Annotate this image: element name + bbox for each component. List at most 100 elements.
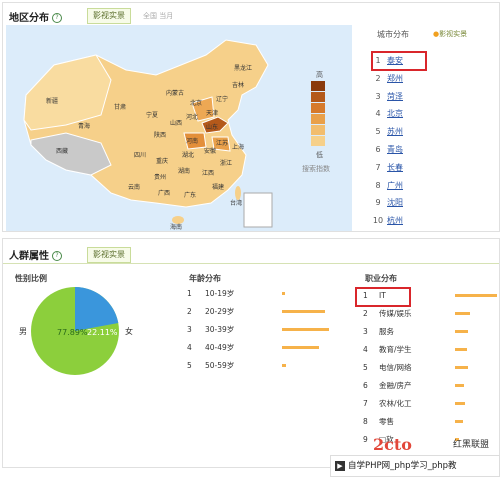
legend-swatch [311, 92, 325, 102]
china-map-svg: 新疆 西藏 青海 甘肃 宁夏 内蒙古 黑龙江 吉林 辽宁 北京 天津 河北 山西… [6, 25, 352, 231]
job-row: 2 传媒/娱乐 [363, 305, 453, 322]
province-label: 重庆 [156, 157, 168, 165]
job-row: 4 教育/学生 [363, 341, 453, 358]
city-rank: 3 [375, 91, 381, 101]
city-rank: 8 [375, 180, 381, 190]
job-bar [455, 312, 470, 315]
city-row[interactable]: 8 广州 [369, 178, 403, 194]
city-row[interactable]: 3 菏泽 [369, 89, 403, 105]
city-rank: 5 [375, 127, 381, 137]
province-label: 新疆 [46, 97, 58, 105]
age-label: 10-19岁 [205, 289, 235, 298]
site-logo-icon: ▶ [335, 460, 345, 471]
legend-swatch [311, 136, 325, 146]
legend-swatch [311, 81, 325, 91]
province-label: 甘肃 [114, 103, 126, 111]
province-label: 江西 [202, 170, 214, 177]
age-label: 50-59岁 [205, 361, 235, 370]
job-label: 教育/学生 [379, 345, 412, 354]
watermark-logo-text: 红黑联盟 [453, 440, 490, 450]
province-label: 台湾 [230, 199, 242, 207]
legend-swatch [311, 114, 325, 124]
job-bar [455, 294, 497, 297]
legend-low-label: 低 [316, 150, 323, 159]
city-row[interactable]: 10 杭州 [369, 213, 403, 229]
legend-swatch [311, 125, 325, 135]
age-label: 20-29岁 [205, 307, 235, 316]
province-label: 天津 [206, 110, 218, 117]
city-list-tab[interactable]: ●影视实景 [433, 29, 467, 39]
age-rank: 2 [187, 307, 192, 316]
age-row: 5 50-59岁 [187, 357, 337, 374]
age-bar [282, 364, 286, 367]
city-name[interactable]: 长春 [387, 163, 403, 172]
age-rank: 1 [187, 289, 192, 298]
legend-caption: 搜索指数 [302, 164, 330, 173]
city-name[interactable]: 郑州 [387, 74, 403, 83]
city-name[interactable]: 菏泽 [387, 92, 403, 101]
divider [3, 263, 499, 264]
age-label: 40-49岁 [205, 343, 235, 352]
city-name[interactable]: 杭州 [387, 216, 403, 225]
job-rank: 7 [363, 399, 368, 408]
south-china-sea-inset [243, 192, 273, 228]
province-label: 广东 [184, 191, 196, 199]
region-tab-active[interactable]: 影视实景 [87, 8, 131, 24]
province-label: 广西 [158, 189, 170, 197]
province-label: 河南 [186, 137, 198, 145]
city-rank: 7 [375, 162, 381, 172]
job-row: 6 金融/房产 [363, 377, 453, 394]
city-row[interactable]: 5 苏州 [369, 124, 403, 140]
taiwan-shape [235, 186, 241, 200]
region-tab-inactive[interactable]: 全国 当月 [143, 11, 173, 21]
province-label: 内蒙古 [166, 89, 184, 97]
province-label: 福建 [212, 183, 224, 191]
help-icon[interactable]: ? [52, 13, 62, 23]
job-label: 电信/网络 [379, 363, 412, 372]
job-label: 传媒/娱乐 [379, 309, 412, 318]
crowd-tab[interactable]: 影视实景 [87, 247, 131, 263]
province-label: 云南 [128, 183, 140, 191]
crowd-title-row: 人群属性? [9, 247, 62, 262]
city-rank: 10 [372, 216, 384, 226]
city-list-header: 城市分布 [377, 30, 409, 39]
province-label: 海南 [170, 223, 182, 231]
job-rank: 3 [363, 327, 368, 336]
city-row[interactable]: 7 长春 [369, 160, 403, 176]
region-panel: 地区分布? 影视实景 全国 当月 新疆 西藏 青海 甘肃 宁夏 内蒙古 黑龙江 … [2, 2, 500, 232]
age-bar [282, 292, 285, 295]
legend-swatch [311, 103, 325, 113]
job-label: 农林/化工 [379, 399, 412, 408]
hainan-shape [172, 216, 184, 224]
job-rank: 5 [363, 363, 368, 372]
city-name[interactable]: 沈阳 [387, 198, 403, 207]
city-row[interactable]: 2 郑州 [369, 71, 403, 87]
help-icon[interactable]: ? [52, 251, 62, 261]
city-name[interactable]: 苏州 [387, 127, 403, 136]
city-row[interactable]: 4 北京 [369, 106, 403, 122]
job-bar [455, 366, 468, 369]
province-label: 吉林 [232, 81, 244, 89]
province-label: 青海 [78, 122, 90, 130]
job-label: 金融/房产 [379, 381, 412, 390]
job-label: 零售 [379, 417, 394, 426]
city-name[interactable]: 广州 [387, 181, 403, 190]
china-map: 新疆 西藏 青海 甘肃 宁夏 内蒙古 黑龙江 吉林 辽宁 北京 天津 河北 山西… [6, 25, 352, 231]
age-row: 1 10-19岁 [187, 285, 337, 302]
watermark-footer-text: 自学PHP网_php学习_php教 [348, 461, 457, 471]
province-label: 贵州 [154, 173, 166, 181]
province-label: 河北 [186, 113, 198, 121]
province-label: 辽宁 [216, 95, 228, 103]
city-name[interactable]: 青岛 [387, 145, 403, 154]
job-row: 8 零售 [363, 413, 453, 430]
job-row: 3 服务 [363, 323, 453, 340]
city-row[interactable]: 6 青岛 [369, 142, 403, 158]
age-label: 30-39岁 [205, 325, 235, 334]
age-bar [282, 328, 329, 331]
job-bar [455, 402, 466, 405]
province-label: 北京 [190, 99, 202, 107]
province-label: 山西 [170, 119, 182, 127]
province-label: 浙江 [220, 159, 232, 167]
city-row[interactable]: 9 沈阳 [369, 195, 403, 211]
city-name[interactable]: 北京 [387, 109, 403, 118]
